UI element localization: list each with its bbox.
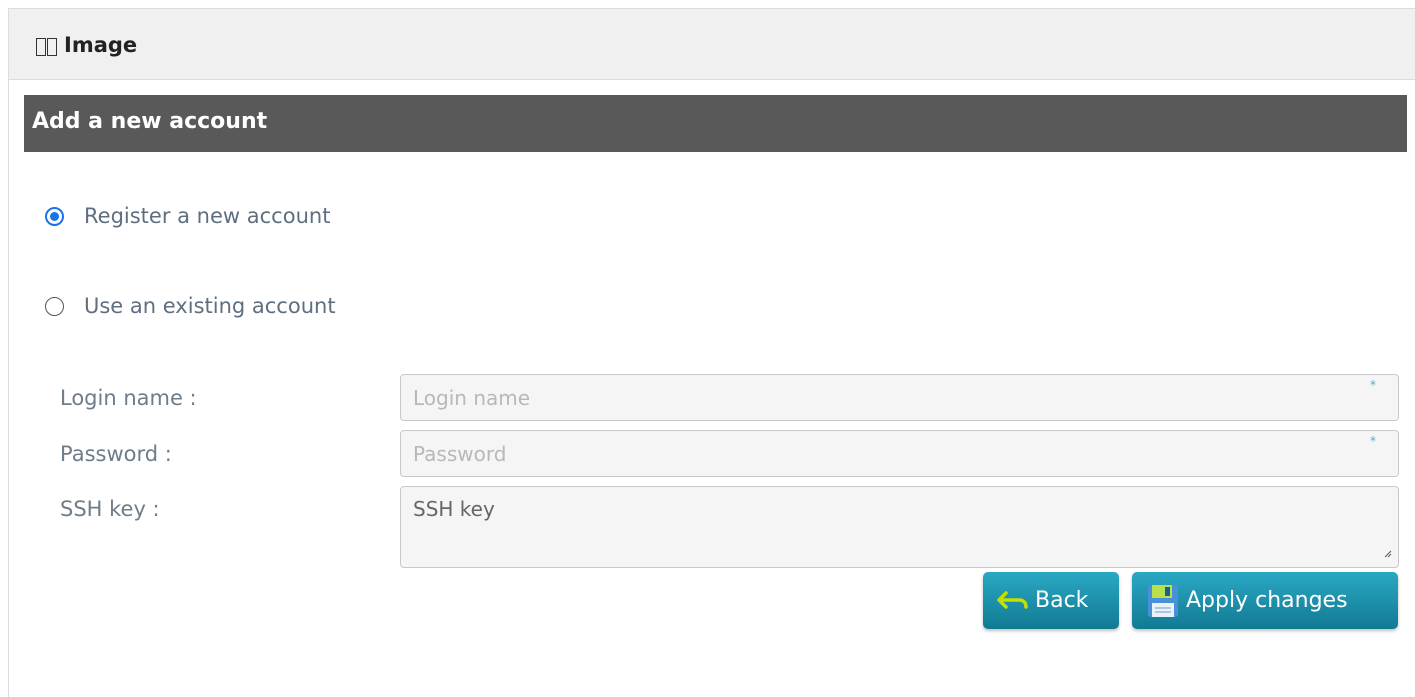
section-title: Add a new account [32, 109, 268, 134]
login-required-marker: * [1370, 378, 1376, 392]
box-icon [36, 38, 58, 56]
back-button-label: Back [1035, 588, 1089, 613]
password-input[interactable] [400, 430, 1399, 477]
apply-changes-label: Apply changes [1186, 588, 1348, 613]
register-account-option[interactable]: Register a new account [45, 204, 330, 228]
panel-title: Image [64, 33, 138, 57]
password-required-marker: * [1370, 434, 1376, 448]
apply-changes-button[interactable]: Apply changes [1132, 572, 1398, 629]
existing-account-radio[interactable] [45, 296, 64, 316]
existing-account-label[interactable]: Use an existing account [84, 294, 336, 318]
login-name-label: Login name : [60, 386, 197, 410]
existing-account-option[interactable]: Use an existing account [45, 294, 336, 318]
password-label: Password : [60, 442, 172, 466]
back-button[interactable]: Back [983, 572, 1119, 629]
panel-header: Image [9, 9, 1415, 80]
register-account-label[interactable]: Register a new account [84, 204, 330, 228]
section-header: Add a new account [24, 95, 1407, 152]
resize-handle-icon[interactable] [1383, 549, 1392, 558]
register-account-radio[interactable] [45, 206, 64, 226]
ssh-key-input[interactable] [400, 486, 1399, 568]
login-name-input[interactable] [400, 374, 1399, 421]
ssh-key-label: SSH key : [60, 497, 160, 521]
back-arrow-icon [997, 590, 1029, 612]
save-icon [1146, 583, 1180, 619]
